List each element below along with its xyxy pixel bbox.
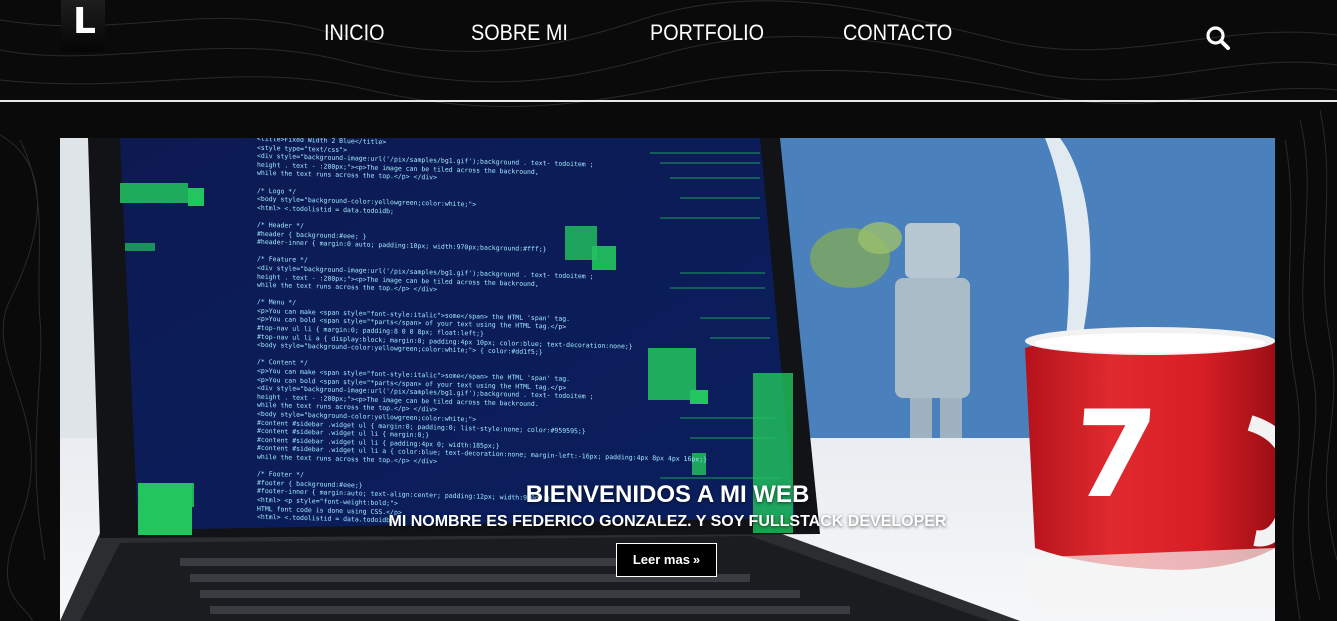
read-more-label: Leer mas: [632, 552, 690, 567]
code-snippet: <title>Fixed Width 2 Blue</title> <style …: [257, 138, 707, 532]
nav-link-portfolio[interactable]: PORTFOLIO: [650, 20, 764, 46]
nav-link-contacto[interactable]: CONTACTO: [843, 20, 952, 46]
hero-title: BIENVENIDOS A MI WEB: [525, 481, 810, 508]
nav-link-inicio[interactable]: INICIO: [324, 20, 385, 46]
hero-banner: <title>Fixed Width 2 Blue</title> <style …: [60, 138, 1275, 621]
nav-link-sobre-mi[interactable]: SOBRE MI: [471, 20, 568, 46]
hero-subtitle: MI NOMBRE ES FEDERICO GONZALEZ. Y SOY FU…: [388, 513, 947, 530]
read-more-button[interactable]: Leer mas»: [616, 543, 717, 577]
header-divider: [0, 100, 1337, 102]
search-icon[interactable]: [1205, 25, 1231, 51]
double-chevron-right-icon: »: [692, 552, 701, 567]
main-nav: INICIO SOBRE MI PORTFOLIO CONTACTO: [0, 0, 1337, 74]
code-screen: <title>Fixed Width 2 Blue</title> <style …: [122, 138, 759, 538]
